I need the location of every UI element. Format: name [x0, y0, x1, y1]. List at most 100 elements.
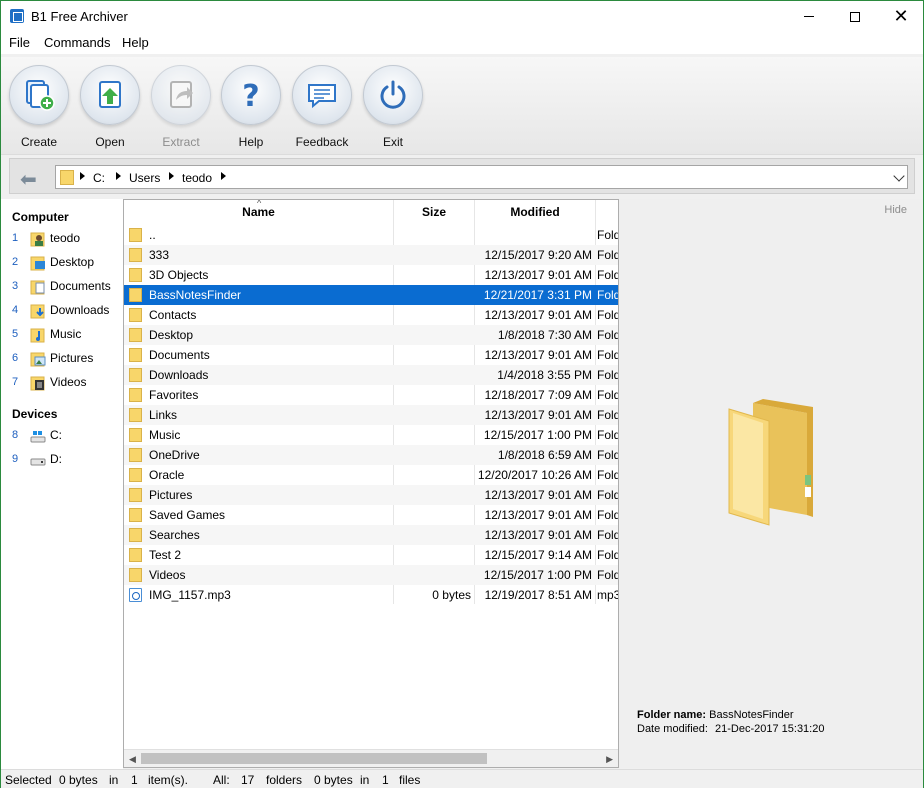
shortcut-number: 4: [12, 304, 19, 316]
sidebar-item-desktop[interactable]: 2 Desktop: [1, 252, 123, 274]
file-name: Contacts: [149, 308, 197, 322]
audio-file-icon: [129, 588, 142, 602]
status-selected-label: Selected: [5, 773, 52, 787]
scrollbar-thumb[interactable]: [141, 753, 487, 764]
shortcut-number: 2: [12, 256, 19, 268]
file-modified: 12/13/2017 9:01 AM: [484, 268, 592, 282]
sidebar-item-documents[interactable]: 3 Documents: [1, 276, 123, 298]
breadcrumb-users[interactable]: Users: [129, 171, 160, 185]
menu-file[interactable]: File: [9, 35, 30, 50]
horizontal-scrollbar[interactable]: ◀ ▶: [124, 749, 618, 767]
column-header-type[interactable]: [596, 200, 618, 224]
scroll-left-icon[interactable]: ◀: [129, 754, 136, 765]
address-bar[interactable]: C: Users teodo: [55, 165, 908, 189]
scroll-right-icon[interactable]: ▶: [606, 754, 613, 765]
table-row[interactable]: Links 12/13/2017 9:01 AM Fold: [124, 405, 618, 425]
folder-icon: [60, 170, 74, 185]
table-row[interactable]: BassNotesFinder 12/21/2017 3:31 PM Fold: [124, 285, 618, 305]
file-modified: 12/15/2017 9:20 AM: [484, 248, 592, 262]
table-row[interactable]: .. Fold: [124, 225, 618, 245]
hide-preview-link[interactable]: Hide: [884, 204, 907, 216]
file-name: Searches: [149, 528, 200, 542]
breadcrumb-teodo[interactable]: teodo: [182, 171, 212, 185]
menu-help[interactable]: Help: [122, 35, 149, 50]
file-name: 333: [149, 248, 170, 262]
maximize-button[interactable]: [832, 1, 878, 32]
sidebar-item-videos[interactable]: 7 Videos: [1, 372, 123, 394]
file-name: Test 2: [149, 548, 182, 562]
folder-icon: [129, 548, 142, 562]
feedback-button[interactable]: Feedback: [289, 65, 355, 149]
table-row[interactable]: Searches 12/13/2017 9:01 AM Fold: [124, 525, 618, 545]
table-row[interactable]: Oracle 12/20/2017 10:26 AM Fold: [124, 465, 618, 485]
minimize-button[interactable]: [786, 1, 832, 32]
chevron-right-icon[interactable]: [169, 172, 174, 180]
table-row[interactable]: OneDrive 1/8/2018 6:59 AM Fold: [124, 445, 618, 465]
file-type: Fold: [597, 488, 619, 502]
sidebar-item-drive-d[interactable]: 9 D:: [1, 449, 123, 471]
table-row[interactable]: Pictures 12/13/2017 9:01 AM Fold: [124, 485, 618, 505]
folder-icon: [129, 528, 142, 542]
close-button[interactable]: ✕: [878, 1, 924, 32]
folder-icon: [129, 508, 142, 522]
table-row[interactable]: Test 2 12/15/2017 9:14 AM Fold: [124, 545, 618, 565]
file-type: Fold: [597, 408, 619, 422]
sidebar-item-label: Music: [50, 327, 82, 341]
file-modified: 12/19/2017 8:51 AM: [484, 588, 592, 602]
file-type: Fold: [597, 528, 619, 542]
table-row[interactable]: 3D Objects 12/13/2017 9:01 AM Fold: [124, 265, 618, 285]
table-row[interactable]: Contacts 12/13/2017 9:01 AM Fold: [124, 305, 618, 325]
table-row[interactable]: IMG_1157.mp3 0 bytes 12/19/2017 8:51 AM mp3: [124, 585, 618, 605]
sidebar-item-label: Videos: [50, 375, 87, 389]
file-modified: 12/13/2017 9:01 AM: [484, 488, 592, 502]
table-row[interactable]: Videos 12/15/2017 1:00 PM Fold: [124, 565, 618, 585]
file-modified: 12/21/2017 3:31 PM: [483, 288, 592, 302]
help-button[interactable]: ? Help: [218, 65, 284, 149]
table-row[interactable]: Documents 12/13/2017 9:01 AM Fold: [124, 345, 618, 365]
exit-button[interactable]: Exit: [360, 65, 426, 149]
status-folder-count: 17: [241, 773, 255, 787]
file-type: Fold: [597, 228, 619, 242]
table-row[interactable]: Downloads 1/4/2018 3:55 PM Fold: [124, 365, 618, 385]
table-row[interactable]: Saved Games 12/13/2017 9:01 AM Fold: [124, 505, 618, 525]
file-list[interactable]: ^ Name Size Modified .. Fold 333 12/15/2017…: [123, 199, 619, 768]
pictures-icon: [30, 352, 46, 367]
sidebar-item-drive-c[interactable]: 8 C:: [1, 425, 123, 447]
preview-folder-name: Folder name: BassNotesFinder: [637, 709, 794, 721]
create-button[interactable]: Create: [6, 65, 72, 149]
column-header-modified[interactable]: Modified: [475, 200, 595, 224]
chevron-down-icon[interactable]: [893, 170, 905, 182]
file-type: Fold: [597, 268, 619, 282]
column-header-name[interactable]: Name: [124, 200, 393, 224]
table-row[interactable]: Music 12/15/2017 1:00 PM Fold: [124, 425, 618, 445]
sidebar-item-music[interactable]: 5 Music: [1, 324, 123, 346]
status-selected-count: 1: [131, 773, 138, 787]
date-modified-value: 21-Dec-2017 15:31:20: [715, 723, 825, 735]
column-header-size[interactable]: Size: [394, 200, 474, 224]
chevron-right-icon[interactable]: [80, 172, 85, 180]
folder-icon: [129, 448, 142, 462]
menu-commands[interactable]: Commands: [44, 35, 110, 50]
back-arrow-icon[interactable]: ⬅: [20, 167, 37, 191]
extract-button[interactable]: Extract: [148, 65, 214, 149]
shortcut-number: 3: [12, 280, 19, 292]
file-modified: 12/15/2017 9:14 AM: [484, 548, 592, 562]
title-bar[interactable]: B1 Free Archiver ✕: [1, 1, 923, 32]
file-name: Favorites: [149, 388, 199, 402]
file-modified: 1/4/2018 3:55 PM: [497, 368, 592, 382]
breadcrumb-drive[interactable]: C:: [93, 171, 105, 185]
status-selected-bytes: 0 bytes: [59, 773, 98, 787]
sidebar-item-downloads[interactable]: 4 Downloads: [1, 300, 123, 322]
table-row[interactable]: Favorites 12/18/2017 7:09 AM Fold: [124, 385, 618, 405]
file-type: Fold: [597, 548, 619, 562]
sidebar-item-teodo[interactable]: 1 teodo: [1, 228, 123, 250]
table-row[interactable]: 333 12/15/2017 9:20 AM Fold: [124, 245, 618, 265]
table-row[interactable]: Desktop 1/8/2018 7:30 AM Fold: [124, 325, 618, 345]
chevron-right-icon[interactable]: [116, 172, 121, 180]
file-name: Videos: [149, 568, 186, 582]
help-label: Help: [238, 135, 264, 149]
chevron-right-icon[interactable]: [221, 172, 226, 180]
sidebar-item-pictures[interactable]: 6 Pictures: [1, 348, 123, 370]
open-label: Open: [95, 135, 125, 149]
open-button[interactable]: Open: [77, 65, 143, 149]
